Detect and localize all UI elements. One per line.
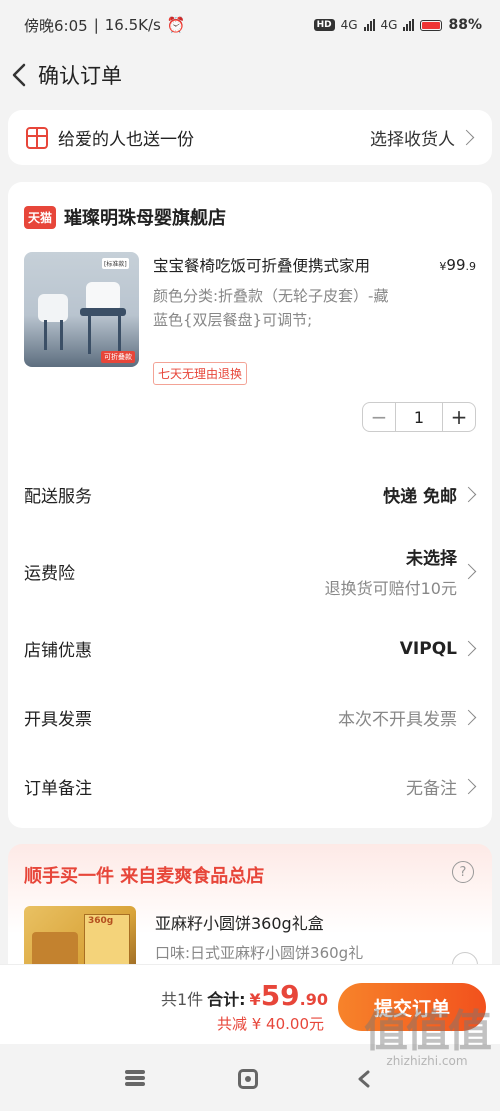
increase-quantity-button[interactable]: + — [443, 403, 475, 431]
product-image-tag: 可折叠款 — [101, 351, 135, 363]
choose-recipient-label: 选择收货人 — [370, 130, 455, 150]
note-value-group: 无备注 — [406, 774, 477, 799]
invoice-value: 本次不开具发票 — [338, 710, 457, 730]
insurance-value: 未选择 — [406, 549, 457, 569]
chevron-right-icon — [460, 709, 477, 726]
note-label: 订单备注 — [24, 779, 92, 799]
watermark-logo: 值值值 — [364, 1006, 492, 1057]
invoice-row[interactable]: 开具发票 本次不开具发票 — [24, 705, 477, 730]
quantity-stepper: − 1 + — [362, 402, 476, 432]
alarm-icon: ⏰ — [166, 16, 186, 34]
product-image[interactable]: [标准款] 可折叠款 — [24, 252, 139, 367]
signal-icon — [363, 19, 375, 31]
return-policy-tag: 七天无理由退换 — [153, 362, 248, 385]
chevron-right-icon — [460, 486, 477, 503]
delivery-row[interactable]: 配送服务 快递 免邮 — [24, 482, 477, 507]
chevron-right-icon — [460, 778, 477, 795]
status-bar: 傍晚6:05 | 16.5K/s ⏰ HD 4G 4G 88% — [0, 0, 500, 50]
chevron-right-icon — [458, 129, 475, 146]
delivery-value-group: 快递 免邮 — [383, 482, 477, 507]
back-arrow-icon[interactable] — [4, 60, 34, 90]
coupon-value: VIPQL — [399, 638, 457, 659]
total-decimal: .90 — [299, 990, 328, 1009]
chevron-right-icon — [460, 563, 477, 580]
total-integer: 59 — [260, 979, 300, 1012]
status-left: 傍晚6:05 | 16.5K/s ⏰ — [24, 15, 186, 36]
gift-left: 给爱的人也送一份 — [26, 125, 194, 150]
decrease-quantity-button[interactable]: − — [363, 403, 395, 431]
product-price: ¥99.9 — [439, 256, 476, 274]
watermark: 值值值 zhizhizhi.com — [364, 1006, 492, 1069]
shipping-insurance-row[interactable]: 运费险 未选择 退换货可赔付10元 — [24, 544, 477, 599]
total-amount: ¥59.90 — [250, 979, 328, 1012]
product-spec: 颜色分类:折叠款（无轮子皮套）-藏蓝色{双层餐盘}可调节; — [153, 287, 389, 329]
coupon-value-group: VIPQL — [399, 638, 477, 659]
network-label-1: 4G — [340, 18, 358, 32]
recent-apps-icon[interactable] — [125, 1070, 145, 1086]
gift-label: 给爱的人也送一份 — [58, 130, 194, 150]
chair-leg — [88, 314, 91, 354]
battery-icon — [420, 19, 443, 31]
total-currency: ¥ — [249, 990, 261, 1009]
order-note-row[interactable]: 订单备注 无备注 — [24, 774, 477, 799]
saving-amount: 共减 ¥ 40.00元 — [216, 1015, 324, 1033]
upsell-image-label: 360g — [88, 916, 114, 926]
chair-leg — [44, 320, 47, 350]
price-decimal: .9 — [465, 260, 477, 273]
chair-shape — [38, 294, 68, 322]
network-label-2: 4G — [380, 18, 398, 32]
price-integer: 99 — [446, 256, 466, 274]
product-title[interactable]: 宝宝餐椅吃饭可折叠便携式家用 — [153, 254, 423, 276]
insurance-value-group: 未选择 退换货可赔付10元 — [325, 544, 477, 599]
tmall-badge: 天猫 — [24, 205, 57, 229]
shop-name: 璀璨明珠母婴旗舰店 — [64, 208, 227, 229]
item-count: 共1件 — [160, 990, 204, 1009]
delivery-label: 配送服务 — [24, 487, 92, 507]
note-value: 无备注 — [406, 779, 457, 799]
status-right: HD 4G 4G 88% — [313, 17, 482, 33]
total-label: 合计: — [207, 990, 246, 1009]
choose-recipient-button[interactable]: 选择收货人 — [370, 125, 475, 150]
insurance-label: 运费险 — [24, 564, 75, 584]
chair-leg — [118, 314, 121, 354]
nav-bar: 确认订单 — [0, 50, 500, 100]
chevron-right-icon — [460, 640, 477, 657]
shop-coupon-row[interactable]: 店铺优惠 VIPQL — [24, 636, 477, 661]
upsell-product-spec: 口味:日式亚麻籽小圆饼360g礼 — [155, 944, 364, 962]
help-icon[interactable]: ? — [452, 861, 474, 883]
shop-header[interactable]: 天猫 璀璨明珠母婴旗舰店 — [24, 204, 226, 230]
upsell-title: 顺手买一件 来自麦爽食品总店 — [24, 866, 265, 887]
status-speed: 16.5K/s — [104, 16, 161, 34]
insurance-subtext: 退换货可赔付10元 — [324, 579, 457, 598]
invoice-value-group: 本次不开具发票 — [338, 705, 477, 730]
hd-icon: HD — [313, 19, 335, 31]
invoice-label: 开具发票 — [24, 710, 92, 730]
upsell-product-name[interactable]: 亚麻籽小圆饼360g礼盒 — [155, 910, 324, 934]
product-image-tag-top: [标准款] — [102, 258, 129, 269]
order-card: 天猫 璀璨明珠母婴旗舰店 [标准款] 可折叠款 宝宝餐椅吃饭可折叠便携式家用 ¥… — [8, 182, 492, 828]
battery-percent: 88% — [448, 17, 482, 33]
gift-row[interactable]: 给爱的人也送一份 选择收货人 — [8, 110, 492, 165]
page-title: 确认订单 — [38, 64, 122, 88]
gift-icon — [26, 126, 48, 149]
insurance-stack: 未选择 退换货可赔付10元 — [325, 544, 457, 599]
signal-icon-2 — [403, 19, 415, 31]
quantity-value[interactable]: 1 — [395, 403, 443, 431]
chair-leg — [60, 320, 63, 350]
delivery-value: 快递 免邮 — [383, 487, 457, 507]
total-line: 共1件 合计: ¥59.90 — [161, 979, 328, 1012]
home-icon[interactable] — [238, 1069, 258, 1089]
system-back-icon[interactable] — [354, 1069, 374, 1089]
status-time: 傍晚6:05 — [24, 16, 88, 35]
status-separator: | — [93, 16, 99, 34]
coupon-label: 店铺优惠 — [24, 641, 92, 661]
